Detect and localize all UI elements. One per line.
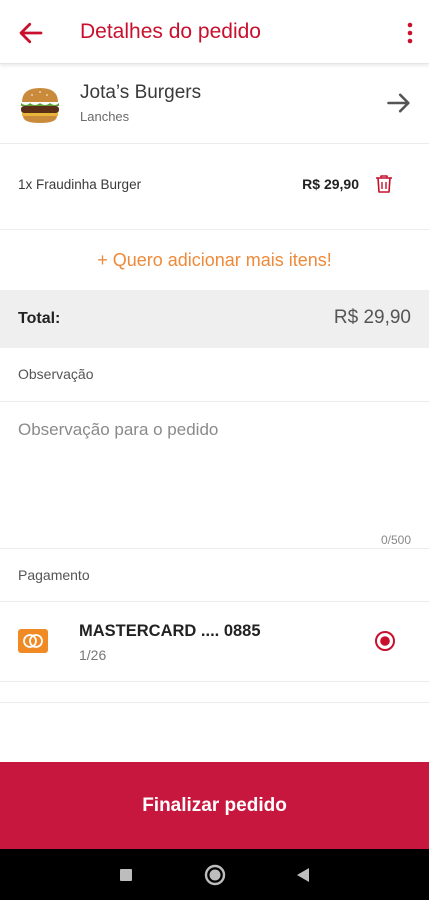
page-title: Detalhes do pedido	[80, 20, 261, 43]
divider	[0, 548, 429, 549]
character-counter: 0/500	[380, 533, 411, 547]
triangle-back-icon[interactable]	[290, 862, 316, 888]
square-icon[interactable]	[113, 862, 139, 888]
store-category: Lanches	[80, 109, 130, 124]
trash-icon[interactable]	[375, 174, 393, 194]
observation-input[interactable]	[0, 402, 429, 548]
arrow-left-icon[interactable]	[16, 18, 46, 48]
system-navigation-bar	[0, 849, 429, 900]
mastercard-icon	[18, 629, 48, 653]
payment-label: Pagamento	[18, 567, 90, 583]
arrow-right-icon[interactable]	[385, 89, 413, 117]
item-price: R$ 29,90	[302, 176, 359, 192]
order-item-row: 1x Fraudinha Burger R$ 29,90	[0, 144, 429, 230]
total-label: Total:	[18, 310, 61, 327]
card-name: MASTERCARD .... 0885	[79, 622, 261, 640]
total-value: R$ 29,90	[333, 307, 411, 328]
app-bar: Detalhes do pedido	[0, 0, 429, 64]
divider	[0, 702, 429, 703]
selected-radio-icon[interactable]	[374, 630, 396, 652]
circle-icon[interactable]	[202, 862, 228, 888]
add-more-items-link[interactable]: + Quero adicionar mais itens!	[0, 231, 429, 289]
payment-method-row[interactable]: MASTERCARD .... 0885 1/26	[0, 602, 429, 682]
store-row[interactable]: Jota’s Burgers Lanches	[0, 64, 429, 144]
card-expiry: 1/26	[79, 647, 107, 663]
observation-label: Observação	[18, 366, 94, 382]
more-vertical-icon[interactable]	[405, 20, 415, 46]
item-description: 1x Fraudinha Burger	[18, 177, 142, 192]
total-row: Total: R$ 29,90	[0, 290, 429, 348]
burger-icon	[21, 88, 59, 123]
finalize-order-button[interactable]: Finalizar pedido	[0, 762, 429, 849]
store-name: Jota’s Burgers	[80, 82, 202, 103]
